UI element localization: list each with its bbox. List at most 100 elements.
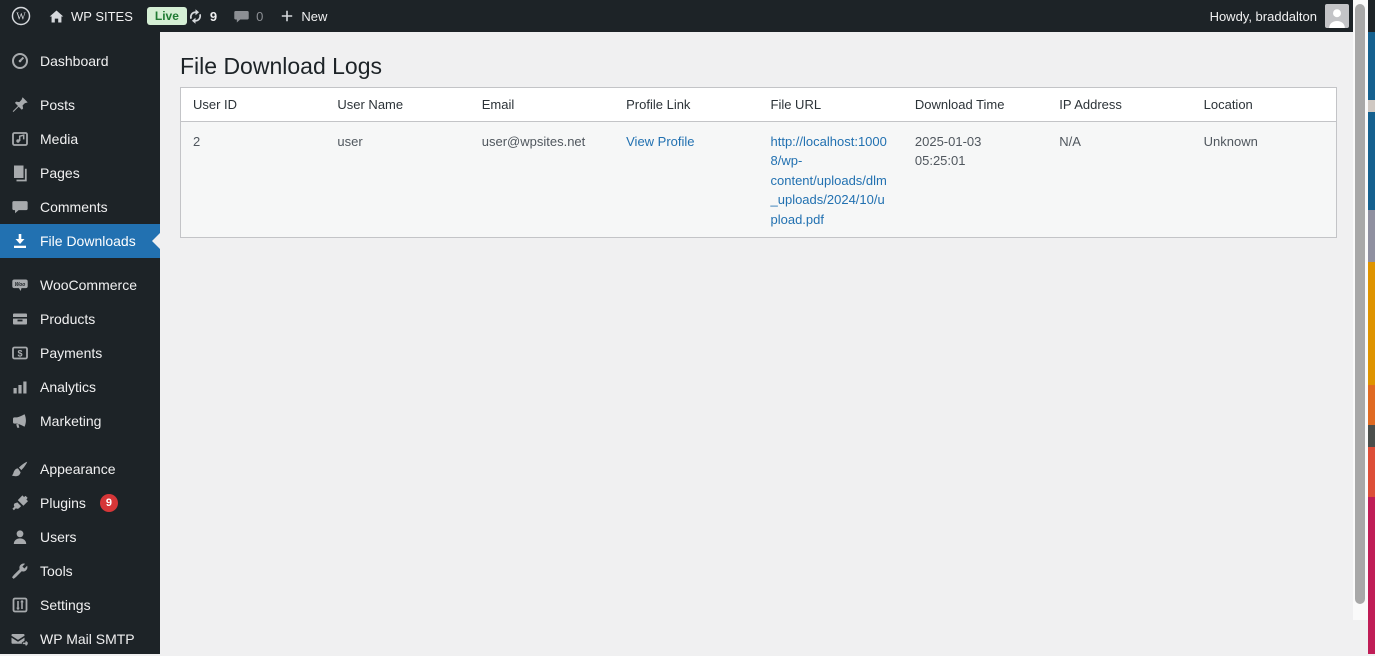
sidebar-item-label: Appearance bbox=[40, 461, 116, 477]
new-label: New bbox=[301, 8, 328, 24]
admin-bar: W WP SITES Live 9 0 New Howdy, braddalto… bbox=[0, 0, 1375, 32]
sidebar-item-media[interactable]: Media bbox=[0, 122, 160, 156]
sidebar-item-wp-mail-smtp[interactable]: WP Mail SMTP bbox=[0, 622, 160, 656]
site-name-link[interactable]: WP SITES bbox=[48, 8, 133, 25]
col-profile-link: Profile Link bbox=[614, 88, 759, 122]
cell-user-id: 2 bbox=[181, 121, 326, 237]
sidebar-item-analytics[interactable]: Analytics bbox=[0, 370, 160, 404]
settings-icon bbox=[10, 595, 30, 615]
howdy-account-link[interactable]: Howdy, braddalton bbox=[1210, 9, 1317, 24]
new-content-button[interactable]: New bbox=[279, 8, 327, 24]
media-icon bbox=[10, 129, 30, 149]
sidebar-item-posts[interactable]: Posts bbox=[0, 88, 160, 122]
download-logs-table-card: User ID User Name Email Profile Link Fil… bbox=[180, 87, 1337, 238]
sidebar-item-plugins[interactable]: Plugins 9 bbox=[0, 486, 160, 520]
sidebar-item-comments[interactable]: Comments bbox=[0, 190, 160, 224]
sidebar-item-appearance[interactable]: Appearance bbox=[0, 452, 160, 486]
bar-chart-icon bbox=[10, 377, 30, 397]
cell-profile-link: View Profile bbox=[614, 121, 759, 237]
sidebar-item-woocommerce[interactable]: Woo WooCommerce bbox=[0, 268, 160, 302]
sidebar-item-users[interactable]: Users bbox=[0, 520, 160, 554]
col-ip-address: IP Address bbox=[1047, 88, 1192, 122]
sidebar-item-file-downloads[interactable]: File Downloads bbox=[0, 224, 160, 258]
sidebar-item-label: Posts bbox=[40, 97, 76, 113]
cell-email: user@wpsites.net bbox=[469, 121, 615, 237]
live-badge: Live bbox=[146, 6, 187, 26]
plugins-update-badge: 9 bbox=[99, 494, 118, 512]
cell-file-url: http://localhost:10008/wp-content/upload… bbox=[758, 121, 903, 237]
wordpress-menu-button[interactable]: W bbox=[10, 5, 32, 27]
user-icon bbox=[10, 527, 30, 547]
pages-icon bbox=[10, 163, 30, 183]
mail-arrow-icon bbox=[10, 629, 30, 649]
download-logs-table: User ID User Name Email Profile Link Fil… bbox=[181, 88, 1336, 237]
page-scrollbar-track[interactable] bbox=[1353, 0, 1368, 620]
comment-icon bbox=[10, 197, 30, 217]
comments-button[interactable]: 0 bbox=[233, 8, 263, 25]
sidebar-item-label: Settings bbox=[40, 597, 91, 613]
user-avatar[interactable] bbox=[1325, 4, 1349, 28]
svg-text:$: $ bbox=[17, 348, 22, 358]
refresh-icon bbox=[187, 8, 204, 25]
woocommerce-icon: Woo bbox=[10, 275, 30, 295]
table-header-row: User ID User Name Email Profile Link Fil… bbox=[181, 88, 1336, 122]
sidebar-item-label: Media bbox=[40, 131, 79, 147]
download-icon bbox=[10, 231, 30, 251]
page-title: File Download Logs bbox=[180, 53, 383, 79]
sidebar-item-dashboard[interactable]: Dashboard bbox=[0, 44, 160, 78]
sidebar-item-label: File Downloads bbox=[40, 233, 136, 249]
cell-location: Unknown bbox=[1191, 121, 1336, 237]
sidebar-item-pages[interactable]: Pages bbox=[0, 156, 160, 190]
sidebar-item-label: WP Mail SMTP bbox=[40, 631, 135, 647]
page-scrollbar-thumb[interactable] bbox=[1355, 4, 1365, 604]
view-profile-link[interactable]: View Profile bbox=[626, 134, 694, 149]
cell-download-time: 2025-01-03 05:25:01 bbox=[902, 121, 1048, 237]
sidebar-item-label: Dashboard bbox=[40, 53, 109, 69]
sidebar-item-settings[interactable]: Settings bbox=[0, 588, 160, 622]
sidebar-item-label: Comments bbox=[40, 199, 108, 215]
admin-sidebar: Dashboard Posts Media Pages Comments Fil… bbox=[0, 32, 160, 654]
cell-user-name: user bbox=[325, 121, 470, 237]
col-file-url: File URL bbox=[758, 88, 903, 122]
sidebar-item-tools[interactable]: Tools bbox=[0, 554, 160, 588]
svg-text:W: W bbox=[16, 12, 26, 23]
paintbrush-icon bbox=[10, 459, 30, 479]
background-window-edge bbox=[1368, 0, 1375, 654]
comment-bubble-icon bbox=[233, 8, 250, 25]
sidebar-item-products[interactable]: Products bbox=[0, 302, 160, 336]
comments-count: 0 bbox=[256, 8, 264, 24]
svg-text:Woo: Woo bbox=[15, 282, 26, 288]
col-user-name: User Name bbox=[325, 88, 470, 122]
updates-count: 9 bbox=[209, 8, 218, 24]
site-name: WP SITES bbox=[71, 8, 133, 24]
payments-icon: $ bbox=[10, 343, 30, 363]
sidebar-item-label: Plugins bbox=[40, 495, 86, 511]
sidebar-item-label: Products bbox=[40, 311, 96, 327]
col-user-id: User ID bbox=[181, 88, 326, 122]
file-url-link[interactable]: http://localhost:10008/wp-content/upload… bbox=[771, 134, 887, 227]
sidebar-item-label: WooCommerce bbox=[40, 277, 137, 293]
products-icon bbox=[10, 309, 30, 329]
plus-icon bbox=[279, 8, 295, 24]
updates-button[interactable]: 9 bbox=[187, 8, 217, 25]
sidebar-item-marketing[interactable]: Marketing bbox=[0, 404, 160, 438]
wrench-icon bbox=[10, 561, 30, 581]
sidebar-item-payments[interactable]: $ Payments bbox=[0, 336, 160, 370]
sidebar-item-label: Analytics bbox=[40, 379, 97, 395]
main-content: File Download Logs User ID User Name Ema… bbox=[160, 32, 1375, 654]
sidebar-item-label: Marketing bbox=[40, 413, 102, 429]
megaphone-icon bbox=[10, 411, 30, 431]
home-icon bbox=[48, 8, 65, 25]
wordpress-logo-icon: W bbox=[10, 5, 32, 27]
pushpin-icon bbox=[10, 95, 30, 115]
cell-ip-address: N/A bbox=[1047, 121, 1192, 237]
sidebar-item-label: Users bbox=[40, 529, 77, 545]
col-email: Email bbox=[469, 88, 615, 122]
plugin-icon bbox=[10, 493, 30, 513]
sidebar-item-label: Pages bbox=[40, 165, 80, 181]
dashboard-icon bbox=[10, 51, 30, 71]
sidebar-item-label: Payments bbox=[40, 345, 103, 361]
table-row: 2 user user@wpsites.net View Profile htt… bbox=[181, 121, 1336, 237]
col-location: Location bbox=[1191, 88, 1336, 122]
sidebar-item-label: Tools bbox=[40, 563, 73, 579]
